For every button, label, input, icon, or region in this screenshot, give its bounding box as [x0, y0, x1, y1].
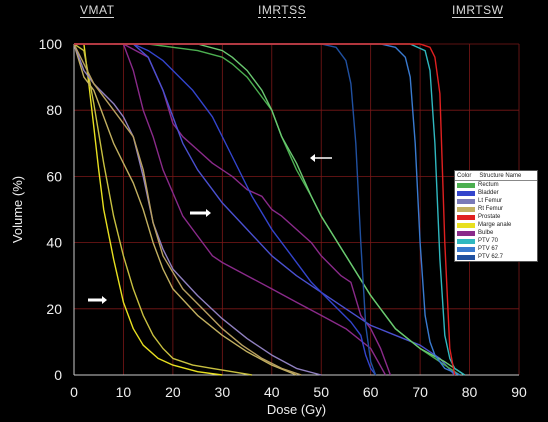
- legend-color-header: Color: [457, 172, 472, 179]
- legend-item: Marge anale: [455, 221, 537, 229]
- x-tick-label: 70: [412, 384, 428, 400]
- legend-name-header: Structure Name: [479, 172, 522, 179]
- legend: Color Structure Name Rectum Bladder Lt Fem…: [454, 170, 538, 262]
- series-line-rt-femur: [73, 43, 302, 376]
- legend-swatch: [457, 214, 475, 220]
- x-tick-label: 50: [313, 384, 329, 400]
- legend-swatch: [457, 206, 475, 212]
- legend-item: PTV 70: [455, 237, 537, 245]
- y-tick-label: 20: [46, 301, 62, 317]
- legend-label: PTV 62.7: [478, 254, 504, 260]
- annotation-arrow-imrtss-head: [206, 209, 211, 217]
- x-tick-label: 0: [70, 384, 78, 400]
- y-tick-label: 40: [46, 235, 62, 251]
- legend-item: Bulbe: [455, 229, 537, 237]
- legend-swatch: [457, 222, 475, 228]
- legend-label: Prostate: [478, 214, 501, 220]
- legend-header: Color Structure Name: [455, 171, 537, 181]
- x-tick-label: 40: [264, 384, 280, 400]
- x-tick-label: 80: [462, 384, 478, 400]
- legend-label: Bulbe: [478, 230, 494, 236]
- annotation-arrow-imrtsw-head: [310, 154, 315, 162]
- legend-item: Bladder: [455, 189, 537, 197]
- series-line-bulbe: [123, 43, 392, 376]
- x-tick-label: 30: [215, 384, 231, 400]
- series-line-prostate: [74, 43, 456, 376]
- legend-swatch: [457, 254, 475, 260]
- y-tick-label: 80: [46, 102, 62, 118]
- legend-item: Lt Femur: [455, 197, 537, 205]
- x-axis-label: Dose (Gy): [267, 402, 326, 417]
- series-line-bulbe: [113, 43, 387, 376]
- legend-swatch: [457, 198, 475, 204]
- x-tick-label: 10: [116, 384, 132, 400]
- legend-label: PTV 70: [478, 238, 499, 244]
- dvh-chart: VMAT IMRTSS IMRTSW 0 10 20 30 40 50 60 70 80 90 0 2…: [0, 0, 548, 422]
- legend-swatch: [457, 238, 475, 244]
- x-tick-label: 90: [511, 384, 527, 400]
- series-line-bladder: [132, 43, 456, 376]
- legend-item: Rt Femur: [455, 205, 537, 213]
- annotation-arrow-vmat-head: [102, 296, 107, 304]
- legend-swatch: [457, 230, 475, 236]
- legend-item: Prostate: [455, 213, 537, 221]
- legend-swatch: [457, 246, 475, 252]
- y-axis-label: Volume (%): [10, 176, 25, 243]
- x-tick-label: 20: [165, 384, 181, 400]
- legend-label: Marge anale: [478, 222, 512, 228]
- legend-rows: Rectum Bladder Lt Femur Rt Femur Prostate Mar…: [455, 181, 537, 261]
- legend-label: Bladder: [478, 190, 499, 196]
- y-tick-label: 100: [39, 36, 63, 52]
- series-line-rectum: [172, 43, 465, 376]
- series-line-ptv-62-7: [74, 43, 377, 376]
- x-tick-label: 60: [363, 384, 379, 400]
- legend-label: Rectum: [478, 182, 499, 188]
- series-line-lt-femur: [73, 43, 322, 376]
- legend-label: Rt Femur: [478, 206, 504, 212]
- legend-swatch: [457, 182, 475, 188]
- legend-item: Rectum: [455, 181, 537, 189]
- legend-item: PTV 67: [455, 245, 537, 253]
- legend-label: PTV 67: [478, 246, 499, 252]
- y-tick-label: 60: [46, 168, 62, 184]
- legend-item: PTV 62.7: [455, 253, 537, 261]
- legend-swatch: [457, 190, 475, 196]
- y-tick-label: 0: [54, 367, 62, 383]
- legend-label: Lt Femur: [478, 198, 503, 204]
